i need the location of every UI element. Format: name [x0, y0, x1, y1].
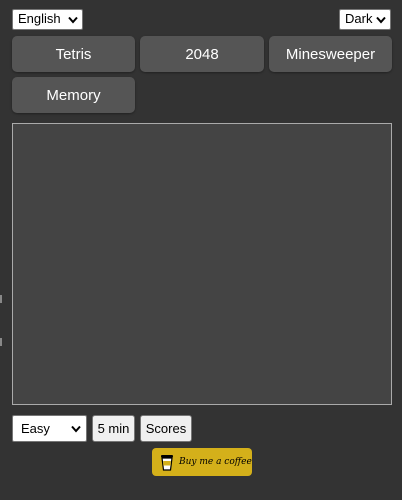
- theme-select[interactable]: Dark: [339, 9, 391, 30]
- memory-button[interactable]: Memory: [12, 77, 135, 113]
- chevron-down-icon: [376, 16, 386, 24]
- minesweeper-button[interactable]: Minesweeper: [269, 36, 392, 72]
- edge-mark: [0, 338, 2, 346]
- coffee-cup-icon: [161, 455, 173, 471]
- buy-me-a-coffee-button[interactable]: Buy me a coffee: [152, 448, 252, 476]
- timer-button[interactable]: 5 min: [92, 415, 135, 442]
- buy-me-a-coffee-label: Buy me a coffee: [179, 457, 252, 467]
- difficulty-select-value: Easy: [21, 421, 50, 436]
- difficulty-select[interactable]: Easy: [12, 415, 87, 442]
- 2048-button[interactable]: 2048: [140, 36, 264, 72]
- language-select-value: English: [18, 11, 61, 26]
- language-select[interactable]: English: [12, 9, 83, 30]
- theme-select-value: Dark: [345, 11, 373, 26]
- edge-mark: [0, 295, 2, 303]
- game-board[interactable]: [12, 123, 392, 405]
- tetris-button[interactable]: Tetris: [12, 36, 135, 72]
- chevron-down-icon: [71, 425, 81, 433]
- scores-button[interactable]: Scores: [140, 415, 192, 442]
- chevron-down-icon: [68, 16, 78, 24]
